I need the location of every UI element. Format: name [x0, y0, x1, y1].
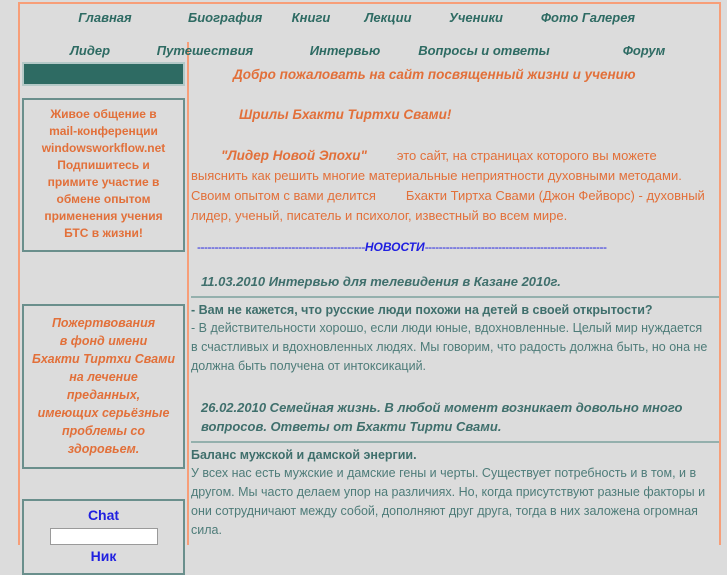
news-answer: - В действительности хорошо, если люди ю…: [191, 321, 708, 373]
donation-line: проблемы со: [61, 424, 146, 438]
donation-line: в фонд имени: [59, 334, 148, 348]
mail-box-line: windowsworkflow.net: [41, 141, 166, 155]
mail-box-line: применения учения: [44, 209, 163, 223]
nav-item-forum[interactable]: Форум: [599, 43, 689, 58]
news-question: - Вам не кажется, что русские люди похож…: [191, 303, 653, 317]
frame-left-border: [18, 2, 20, 545]
nav-item-photo-gallery[interactable]: Фото Галерея: [528, 10, 648, 25]
mail-box-line: примите участие в: [47, 175, 160, 189]
news-item: 26.02.2010 Семейная жизнь. В любой момен…: [191, 376, 719, 540]
news-heading: 11.03.2010 Интервью для телевидения в Ка…: [201, 274, 561, 289]
frame-right-border: [719, 2, 721, 545]
mail-box-line: обмене опытом: [56, 192, 151, 206]
nav-item-lectures[interactable]: Лекции: [352, 10, 424, 25]
donation-line: здоровьем.: [67, 442, 140, 456]
news-rule-right: ----------------------------------------…: [424, 240, 607, 254]
welcome-heading-line2: Шрилы Бхакти Тиртхи Свами!: [239, 107, 452, 122]
chat-title: Chat: [87, 507, 120, 523]
news-divider: ----------------------------------------…: [191, 226, 719, 254]
nav-item-biography[interactable]: Биография: [188, 10, 262, 25]
mail-box-line: Живое общение в: [50, 107, 157, 121]
sidebar: Живое общение в mail-конференции windows…: [22, 62, 185, 575]
donation-box[interactable]: Пожертвования в фонд имени Бхакти Тиртхи…: [22, 304, 185, 469]
donation-line: на лечение: [69, 370, 138, 384]
news-question: Баланс мужской и дамской энергии.: [191, 448, 417, 462]
news-rule-left: ----------------------------------------…: [197, 240, 365, 254]
main-content: Добро пожаловать на сайт посвященный жиз…: [191, 62, 719, 545]
main-navigation: Главная Биография Книги Лекции Ученики Ф…: [20, 4, 719, 60]
news-separator: [191, 441, 719, 443]
news-separator: [191, 296, 719, 298]
mail-box-line: mail-конференции: [49, 124, 158, 138]
chat-box: Chat Ник: [22, 499, 185, 575]
nav-item-books[interactable]: Книги: [276, 10, 346, 25]
chat-input[interactable]: [49, 528, 158, 545]
news-item: 11.03.2010 Интервью для телевидения в Ка…: [191, 254, 719, 376]
news-heading: 26.02.2010 Семейная жизнь. В любой момен…: [201, 400, 683, 434]
sidebar-divider: [187, 42, 189, 545]
nav-row-primary: Главная Биография Книги Лекции Ученики Ф…: [20, 4, 719, 42]
donation-line: имеющих серьёзные: [37, 406, 170, 420]
nav-item-travels[interactable]: Путешествия: [145, 43, 265, 58]
sidebar-banner[interactable]: [22, 62, 185, 86]
mail-box-line: БТС в жизни!: [64, 226, 143, 240]
news-answer: У всех нас есть мужские и дамские гены и…: [191, 466, 706, 537]
intro-p2-part1: Своим опытом с вами делится: [191, 188, 376, 203]
news-label: НОВОСТИ: [364, 240, 425, 254]
intro-paragraph: "Лидер Новой Эпохи" это сайт, на страница…: [191, 124, 719, 226]
nav-item-interviews[interactable]: Интервью: [295, 43, 395, 58]
chat-nick-label: Ник: [90, 548, 117, 564]
mail-conference-box[interactable]: Живое общение в mail-конференции windows…: [22, 98, 185, 252]
welcome-heading-line1: Добро пожаловать на сайт посвященный жиз…: [233, 67, 636, 82]
nav-item-questions-answers[interactable]: Вопросы и ответы: [409, 43, 559, 58]
mail-box-line: Подпишитесь и: [57, 158, 150, 172]
donation-line: Бхакти Тиртхи Свами: [32, 352, 175, 366]
donation-line: преданных,: [66, 388, 141, 402]
nav-item-students[interactable]: Ученики: [434, 10, 518, 25]
nav-item-home[interactable]: Главная: [40, 10, 170, 25]
site-title-quote: "Лидер Новой Эпохи": [221, 148, 367, 163]
donation-line: Пожертвования: [51, 316, 156, 330]
nav-item-leader[interactable]: Лидер: [45, 43, 135, 58]
page-root: Главная Биография Книги Лекции Ученики Ф…: [0, 0, 727, 575]
intro-p2-name: Бхакти Тиртха Свами (Джон Фейворс) -: [405, 188, 643, 203]
